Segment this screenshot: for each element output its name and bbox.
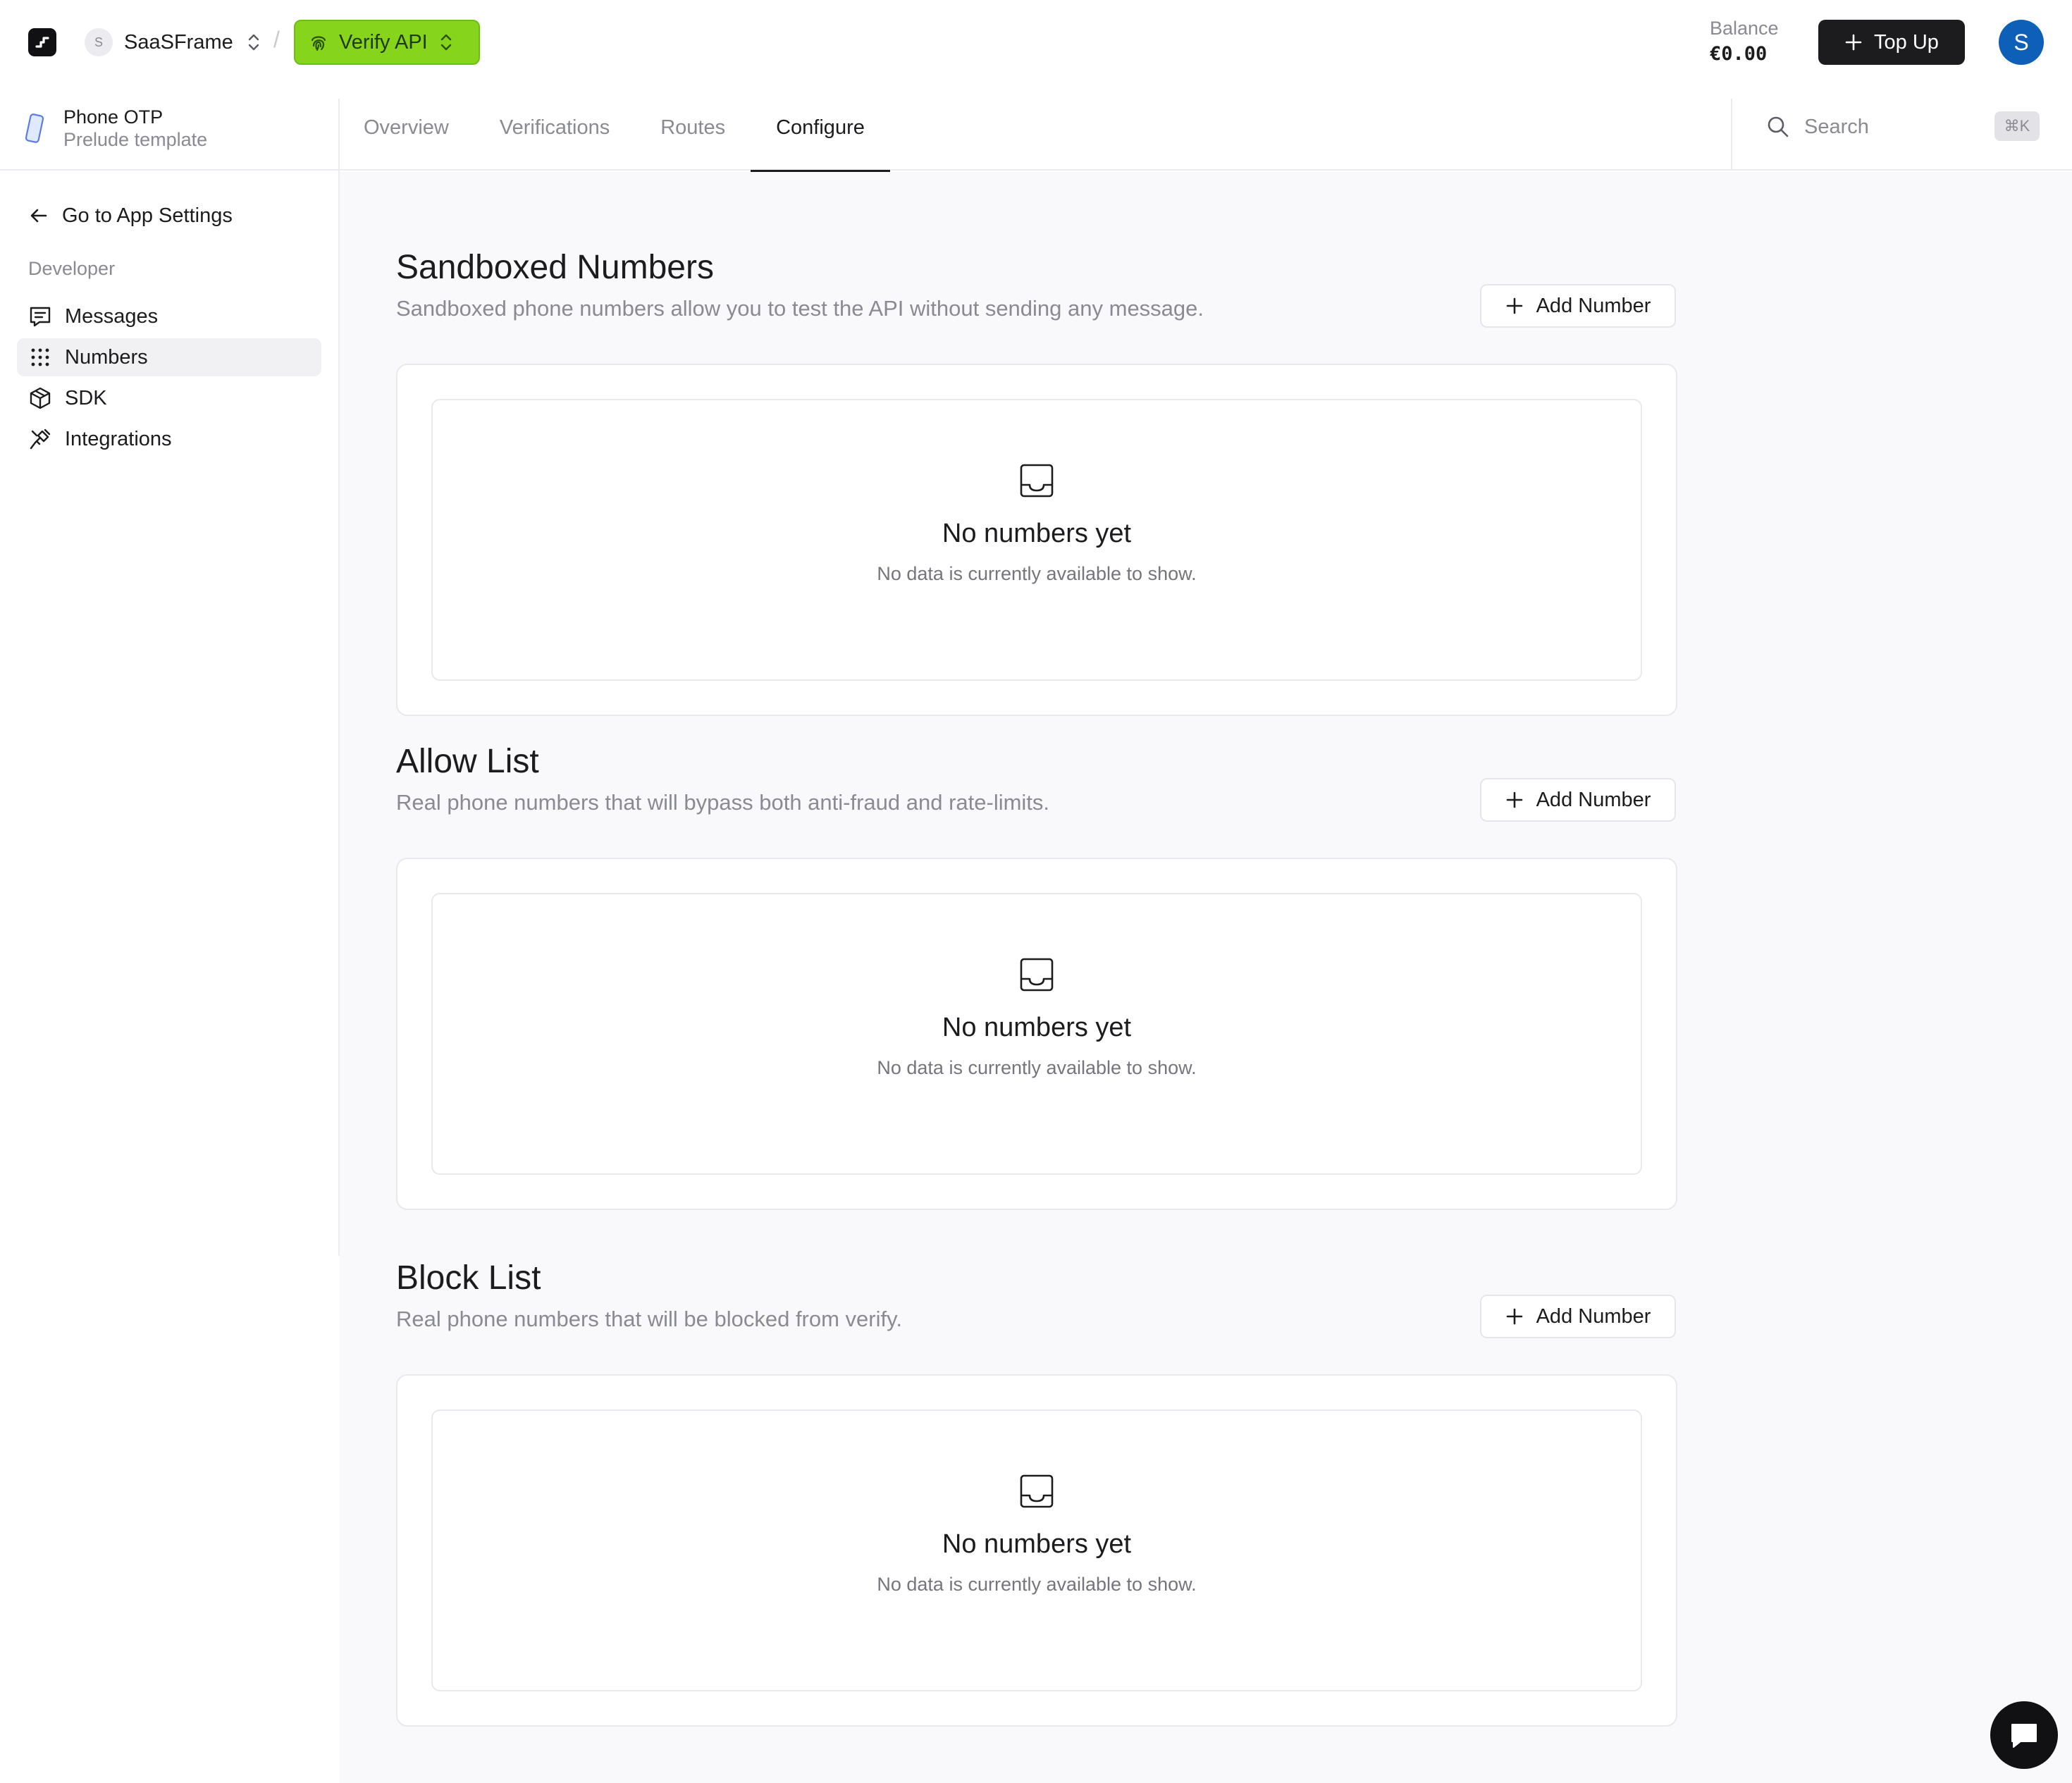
app-selector[interactable]: Phone OTP Prelude template [24,103,320,154]
chat-bubble-icon [2008,1719,2040,1751]
empty-state-text: No data is currently available to show. [877,563,1197,584]
sidebar-item-numbers[interactable]: Numbers [17,338,321,376]
empty-state-title: No numbers yet [942,519,1132,548]
top-bar: S SaaSFrame / Verify API Balance €0.00 T… [0,0,2072,85]
sidebar-item-label: SDK [65,386,107,409]
tab-verifications[interactable]: Verifications [474,85,635,171]
section-description: Real phone numbers that will bypass both… [396,790,1050,815]
balance-display: Balance €0.00 [1710,16,1779,68]
breadcrumb-separator: / [273,27,280,52]
app-title: Phone OTP [63,106,164,128]
inbox-icon [1018,462,1055,499]
plus-icon [1505,1307,1524,1326]
go-to-app-settings-link[interactable]: Go to App Settings [28,202,233,230]
sidebar-item-messages[interactable]: Messages [17,297,321,335]
app-subtitle: Prelude template [63,129,208,150]
add-number-label: Add Number [1536,1304,1651,1328]
empty-state: No numbers yet No data is currently avai… [431,1409,1642,1691]
org-switcher[interactable]: S SaaSFrame [85,25,263,59]
search-placeholder: Search [1804,115,1869,138]
sidebar-item-label: Messages [65,304,159,328]
message-square-icon [28,304,52,328]
sidebar-item-label: Numbers [65,345,148,369]
top-up-label: Top Up [1874,30,1939,54]
add-number-label: Add Number [1536,788,1651,811]
fingerprint-icon [308,32,329,53]
section-title: Sandboxed Numbers [396,249,714,286]
inbox-icon [1018,956,1055,993]
empty-state-title: No numbers yet [942,1013,1132,1042]
section-title: Block List [396,1259,541,1297]
chat-launcher-button[interactable] [1990,1701,2058,1769]
allow-list-card: No numbers yet No data is currently avai… [396,858,1677,1210]
product-name: Verify API [339,30,428,54]
empty-state-title: No numbers yet [942,1529,1132,1559]
add-allow-list-number-button[interactable]: Add Number [1480,778,1676,822]
add-block-list-number-button[interactable]: Add Number [1480,1295,1676,1338]
empty-state: No numbers yet No data is currently avai… [431,399,1642,681]
tab-bar: Overview Verifications Routes Configure [338,85,890,172]
balance-label: Balance [1710,18,1779,39]
empty-state: No numbers yet No data is currently avai… [431,893,1642,1175]
plus-icon [1844,33,1863,51]
top-up-button[interactable]: Top Up [1818,20,1965,65]
inbox-icon [1018,1473,1055,1510]
chevron-up-down-icon [438,32,455,53]
sidebar-item-sdk[interactable]: SDK [17,379,321,417]
product-switcher[interactable]: Verify API [294,20,480,65]
block-list-card: No numbers yet No data is currently avai… [396,1374,1677,1727]
sidebar-item-integrations[interactable]: Integrations [17,420,321,458]
add-number-label: Add Number [1536,294,1651,317]
sidebar-section-label: Developer [28,258,116,279]
chevron-up-down-icon [245,32,263,53]
search-icon [1766,115,1790,139]
plus-icon [1505,297,1524,315]
sandboxed-numbers-card: No numbers yet No data is currently avai… [396,364,1677,716]
plus-icon [1505,791,1524,809]
tab-overview[interactable]: Overview [338,85,474,171]
section-title: Allow List [396,743,539,780]
divider [1731,99,1732,171]
tab-routes[interactable]: Routes [635,85,751,171]
sidebar-item-label: Integrations [65,427,172,450]
dial-grid-icon [28,345,52,369]
app-logo-icon[interactable] [28,28,56,56]
app-info-text: Phone OTP Prelude template [63,106,207,151]
tab-configure[interactable]: Configure [751,85,890,172]
section-description: Sandboxed phone numbers allow you to tes… [396,296,1204,321]
phone-icon [24,112,47,144]
back-link-label: Go to App Settings [62,204,233,227]
arrow-left-icon [28,205,49,226]
empty-state-text: No data is currently available to show. [877,1057,1197,1078]
user-avatar[interactable]: S [1999,20,2044,65]
section-description: Real phone numbers that will be blocked … [396,1307,902,1331]
empty-state-text: No data is currently available to show. [877,1574,1197,1595]
plug-icon [28,427,52,451]
balance-value: €0.00 [1710,43,1768,65]
org-avatar: S [85,28,113,56]
org-name: SaaSFrame [124,30,233,54]
package-icon [28,386,52,410]
search-shortcut-badge: ⌘K [1994,111,2040,141]
add-sandboxed-number-button[interactable]: Add Number [1480,284,1676,328]
